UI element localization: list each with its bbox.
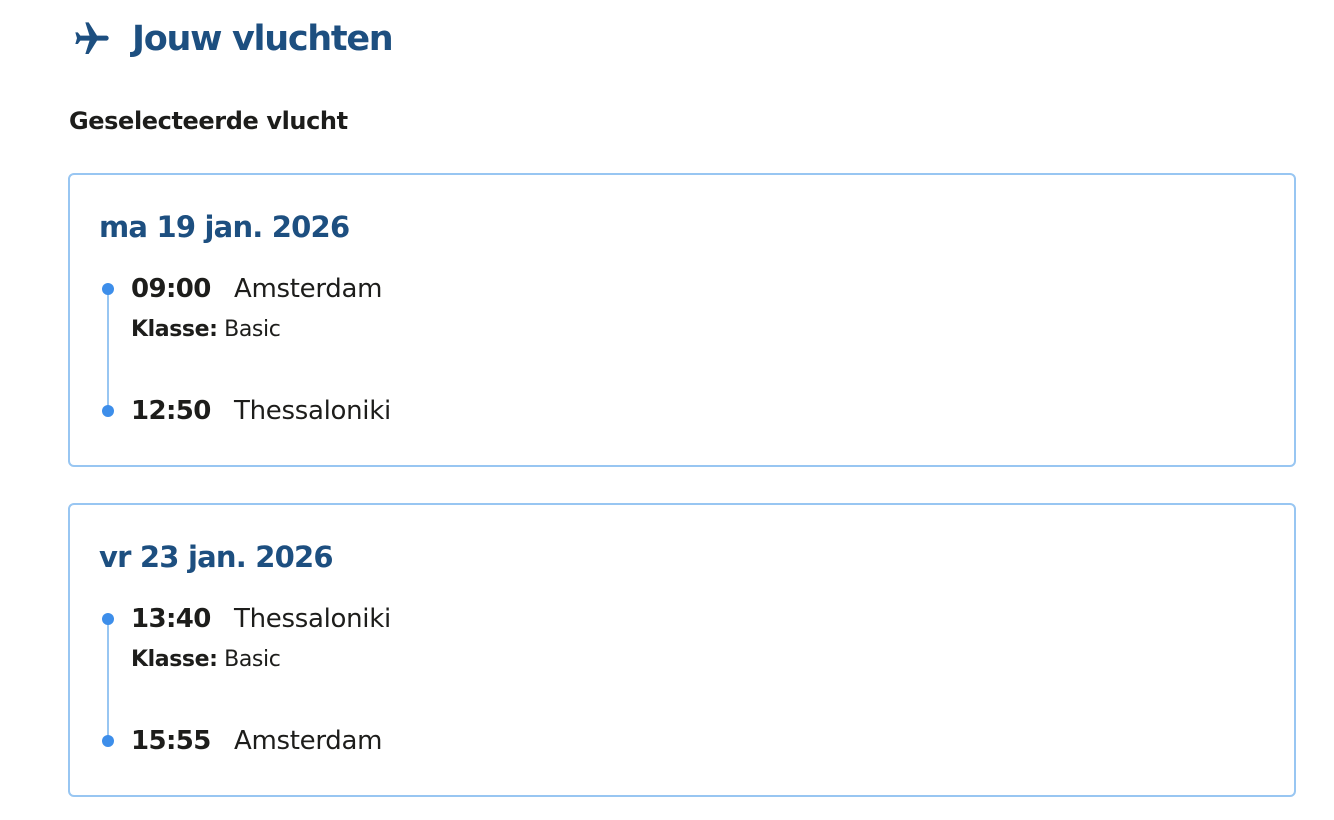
departure-dot — [102, 283, 114, 295]
travel-class-label: Klasse: — [131, 317, 218, 342]
flight-date: vr 23 jan. 2026 — [99, 540, 334, 574]
travel-class-value: Basic — [224, 317, 281, 342]
departure-dot — [102, 613, 114, 625]
travel-class: Klasse: Basic — [131, 314, 281, 346]
timeline-line — [107, 289, 109, 411]
departure-row: 13:40 Thessaloniki — [131, 601, 391, 637]
departure-time: 09:00 — [131, 274, 211, 304]
page-header: Jouw vluchten — [72, 14, 394, 64]
departure-row: 09:00 Amsterdam — [131, 271, 382, 307]
travel-class-label: Klasse: — [131, 647, 218, 672]
arrival-city: Thessaloniki — [234, 396, 391, 426]
flight-card: vr 23 jan. 2026 13:40 Thessaloniki Klass… — [68, 503, 1296, 797]
departure-time: 13:40 — [131, 604, 211, 634]
flight-card: ma 19 jan. 2026 09:00 Amsterdam Klasse: … — [68, 173, 1296, 467]
arrival-dot — [102, 405, 114, 417]
arrival-row: 12:50 Thessaloniki — [131, 393, 391, 429]
airplane-icon — [72, 19, 112, 59]
arrival-time: 15:55 — [131, 726, 211, 756]
travel-class: Klasse: Basic — [131, 644, 281, 676]
arrival-city: Amsterdam — [234, 726, 383, 756]
arrival-time: 12:50 — [131, 396, 211, 426]
flight-date: ma 19 jan. 2026 — [99, 210, 350, 244]
arrival-dot — [102, 735, 114, 747]
timeline-line — [107, 619, 109, 741]
departure-city: Thessaloniki — [234, 604, 391, 634]
departure-city: Amsterdam — [234, 274, 383, 304]
travel-class-value: Basic — [224, 647, 281, 672]
section-title: Geselecteerde vlucht — [69, 107, 348, 135]
arrival-row: 15:55 Amsterdam — [131, 723, 382, 759]
page-title: Jouw vluchten — [132, 19, 394, 59]
